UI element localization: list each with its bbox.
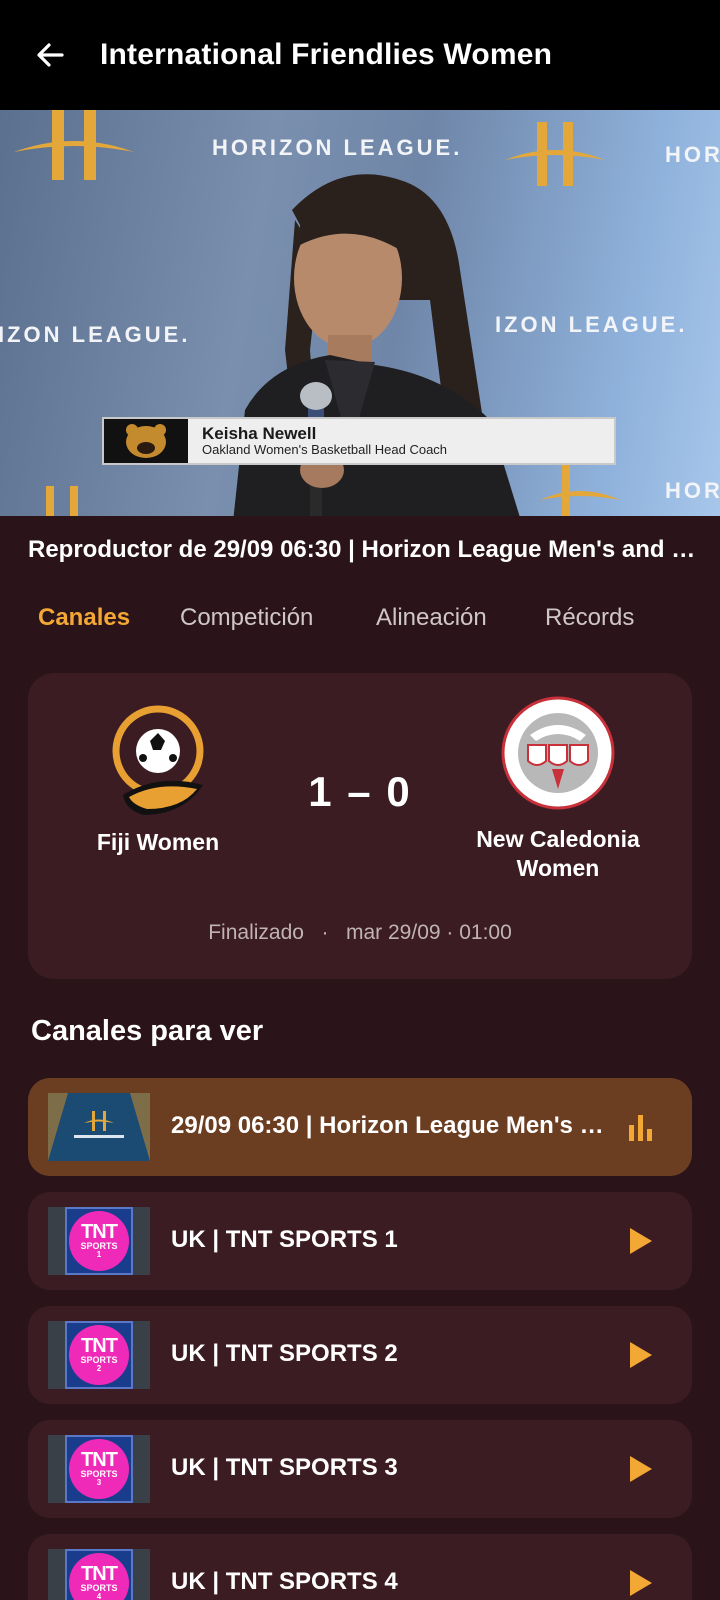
home-team: Fiji Women [68, 703, 248, 857]
away-team: New Caledonia Women [453, 695, 663, 883]
horizon-logo-icon [14, 110, 134, 180]
tnt-sports-logo-icon: TNT SPORTS 2 [65, 1321, 133, 1389]
video-player[interactable]: HORIZON LEAGUE. HOR IZON LEAGUE. IZON LE… [0, 110, 720, 516]
team-badge-icon [104, 419, 188, 463]
fcf-crest-icon [501, 696, 615, 810]
channel-label: 29/09 06:30 | Horizon League Men's and W… [171, 1112, 611, 1139]
tnt-brand-text: TNT [81, 1449, 118, 1472]
wall-logo-text: HOR [665, 478, 720, 503]
play-button[interactable] [626, 1454, 656, 1484]
channel-item[interactable]: TNT SPORTS 2 UK | TNT SPORTS 2 [28, 1306, 692, 1404]
play-icon [630, 1228, 652, 1254]
channel-item[interactable]: 29/09 06:30 | Horizon League Men's and W… [28, 1078, 692, 1176]
channel-thumbnail: TNT SPORTS 3 [48, 1435, 150, 1503]
play-icon [630, 1456, 652, 1482]
channel-label: UK | TNT SPORTS 1 [171, 1226, 398, 1253]
tab-alineacion[interactable]: Alineación [376, 604, 487, 632]
tab-canales[interactable]: Canales [38, 604, 130, 632]
tnt-brand-text: TNT [81, 1221, 118, 1244]
back-button[interactable] [0, 0, 100, 110]
channel-action [626, 1112, 656, 1142]
channel-item[interactable]: TNT SPORTS 1 UK | TNT SPORTS 1 [28, 1192, 692, 1290]
section-title: Canales para ver [31, 1015, 264, 1047]
play-icon [630, 1570, 652, 1596]
wall-logo-text: HOR [665, 142, 720, 167]
match-card[interactable]: Fiji Women 1 – 0 New Caledonia Women Fin… [28, 673, 692, 979]
now-playing-title: Reproductor de 29/09 06:30 | Horizon Lea… [28, 536, 698, 563]
channel-thumbnail: TNT SPORTS 4 [48, 1549, 150, 1600]
play-button[interactable] [626, 1340, 656, 1370]
wall-logo-text: IZON LEAGUE. [0, 322, 191, 347]
match-status-line: Finalizado · mar 29/09 · 01:00 [28, 921, 692, 945]
separator-dot: · [309, 921, 341, 944]
app-bar: International Friendlies Women [0, 0, 720, 110]
channel-thumbnail [48, 1093, 150, 1161]
tnt-brand-text: TNT [81, 1563, 118, 1586]
tab-competicion[interactable]: Competición [180, 604, 313, 632]
channel-thumbnail: TNT SPORTS 1 [48, 1207, 150, 1275]
tab-bar: Canales Competición Alineación Récords [0, 596, 720, 646]
play-button[interactable] [626, 1568, 656, 1598]
tnt-sports-logo-icon: TNT SPORTS 3 [65, 1435, 133, 1503]
channel-item[interactable]: TNT SPORTS 3 UK | TNT SPORTS 3 [28, 1420, 692, 1518]
play-button[interactable] [626, 1226, 656, 1256]
match-score: 1 – 0 [308, 768, 412, 815]
tab-records[interactable]: Récords [545, 604, 634, 632]
tnt-sports-logo-icon: TNT SPORTS 4 [65, 1549, 133, 1600]
away-team-name: New Caledonia Women [476, 826, 640, 881]
tnt-channel-number: 1 [96, 1249, 102, 1259]
channel-thumbnail: TNT SPORTS 2 [48, 1321, 150, 1389]
channel-item[interactable]: TNT SPORTS 4 UK | TNT SPORTS 4 [28, 1534, 692, 1600]
play-icon [630, 1342, 652, 1368]
equalizer-icon [629, 1115, 652, 1141]
match-date: mar 29/09 · 01:00 [346, 921, 512, 944]
speaker-name: Keisha Newell [202, 423, 317, 443]
tnt-channel-number: 2 [96, 1363, 102, 1373]
home-team-name: Fiji Women [96, 829, 220, 855]
speaker-role: Oakland Women's Basketball Head Coach [202, 442, 448, 458]
tnt-channel-number: 3 [96, 1477, 102, 1487]
lower-third-caption: Keisha Newell Oakland Women's Basketball… [102, 417, 616, 465]
tnt-brand-text: TNT [81, 1335, 118, 1358]
channel-label: UK | TNT SPORTS 4 [171, 1568, 398, 1595]
arrow-left-icon [37, 43, 64, 67]
horizon-logo-icon [46, 486, 78, 516]
horizon-thumb-icon [48, 1093, 150, 1161]
match-status: Finalizado [208, 921, 304, 944]
tnt-channel-number: 4 [96, 1591, 102, 1600]
channel-label: UK | TNT SPORTS 2 [171, 1340, 398, 1367]
channel-label: UK | TNT SPORTS 3 [171, 1454, 398, 1481]
fiji-crest-icon [112, 705, 204, 815]
tnt-sports-logo-icon: TNT SPORTS 1 [65, 1207, 133, 1275]
page-title: International Friendlies Women [100, 38, 553, 71]
